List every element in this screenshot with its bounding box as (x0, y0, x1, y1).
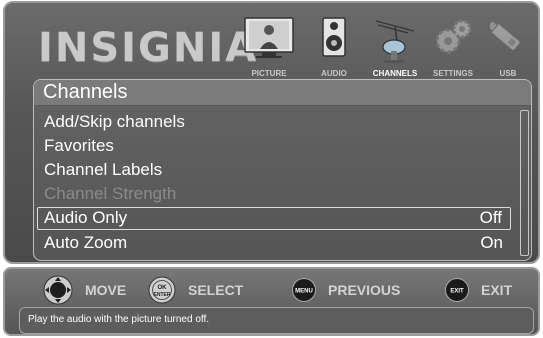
usb-drive-icon (490, 19, 521, 52)
menu-item-label: Audio Only (44, 208, 128, 227)
tab-usb-label: USB (499, 69, 517, 78)
description-box: Play the audio with the picture turned o… (19, 307, 534, 334)
tab-picture-label: PICTURE (251, 69, 287, 78)
menu-item-channel-labels[interactable]: Channel Labels (37, 158, 511, 181)
menu-item-channel-strength: Channel Strength (37, 182, 511, 205)
move-label: MOVE (85, 282, 127, 298)
menu-item-label: Channel Strength (44, 184, 177, 203)
tab-usb[interactable]: USB (488, 14, 528, 80)
dpad-icon (43, 275, 73, 305)
channels-menu-panel: Channels Add/Skip channels Favorites Cha… (33, 79, 532, 261)
menu-tab-bar: PICTURE AUDIO CHANNELS SETTINGS USB (242, 14, 534, 80)
tab-audio[interactable]: AUDIO (314, 14, 354, 80)
menu-item-add-skip-channels[interactable]: Add/Skip channels (37, 110, 511, 133)
menu-item-label: Channel Labels (44, 160, 163, 179)
menu-item-favorites[interactable]: Favorites (37, 134, 511, 157)
channels-menu-header: Channels (34, 80, 531, 106)
exit-control[interactable]: EXIT EXIT (445, 275, 512, 305)
tab-channels-label: CHANNELS (372, 69, 418, 78)
menu-item-label: Add/Skip channels (44, 112, 185, 131)
menu-scrollbar[interactable] (520, 110, 529, 256)
exit-button-icon: EXIT (445, 278, 469, 302)
svg-text:OK: OK (158, 285, 168, 291)
auto-zoom-value: On (480, 233, 503, 252)
svg-text:MENU: MENU (295, 289, 313, 295)
menu-item-audio-only[interactable]: Audio Only Off (37, 207, 511, 230)
satellite-antenna-icon (375, 20, 415, 63)
logo-text: INSIGNIA (38, 25, 259, 71)
menu-button-icon: MENU (292, 278, 316, 302)
menu-item-label: Auto Zoom (44, 233, 128, 252)
page-title: Channels (43, 81, 128, 103)
control-help-bar: MOVE OK ENTER SELECT MENU PREVIOUS EXIT … (3, 267, 540, 336)
previous-label: PREVIOUS (328, 282, 401, 298)
svg-text:ENTER: ENTER (154, 292, 171, 298)
ok-enter-icon: OK ENTER (148, 276, 176, 304)
audio-only-value: Off (479, 208, 502, 227)
description-text: Play the audio with the picture turned o… (28, 314, 210, 325)
move-control[interactable]: MOVE (43, 275, 126, 305)
menu-item-auto-zoom[interactable]: Auto Zoom On (37, 231, 511, 254)
tab-channels[interactable]: CHANNELS (364, 14, 426, 80)
svg-text:EXIT: EXIT (450, 289, 464, 295)
insignia-logo: INSIGNIATM (38, 25, 273, 71)
tab-settings[interactable]: SETTINGS (428, 14, 478, 80)
menu-item-label: Favorites (44, 136, 114, 155)
tab-picture[interactable]: PICTURE (242, 14, 296, 80)
tab-settings-label: SETTINGS (432, 69, 473, 78)
tv-icon (244, 17, 294, 58)
select-label: SELECT (188, 282, 244, 298)
previous-control[interactable]: MENU PREVIOUS (292, 275, 400, 305)
osd-main-panel: INSIGNIATM PICTURE AUDIO (3, 1, 540, 264)
speaker-icon (322, 17, 346, 57)
gears-icon (435, 19, 472, 54)
tab-audio-label: AUDIO (321, 69, 347, 78)
exit-label: EXIT (481, 282, 513, 298)
select-control[interactable]: OK ENTER SELECT (148, 275, 243, 305)
